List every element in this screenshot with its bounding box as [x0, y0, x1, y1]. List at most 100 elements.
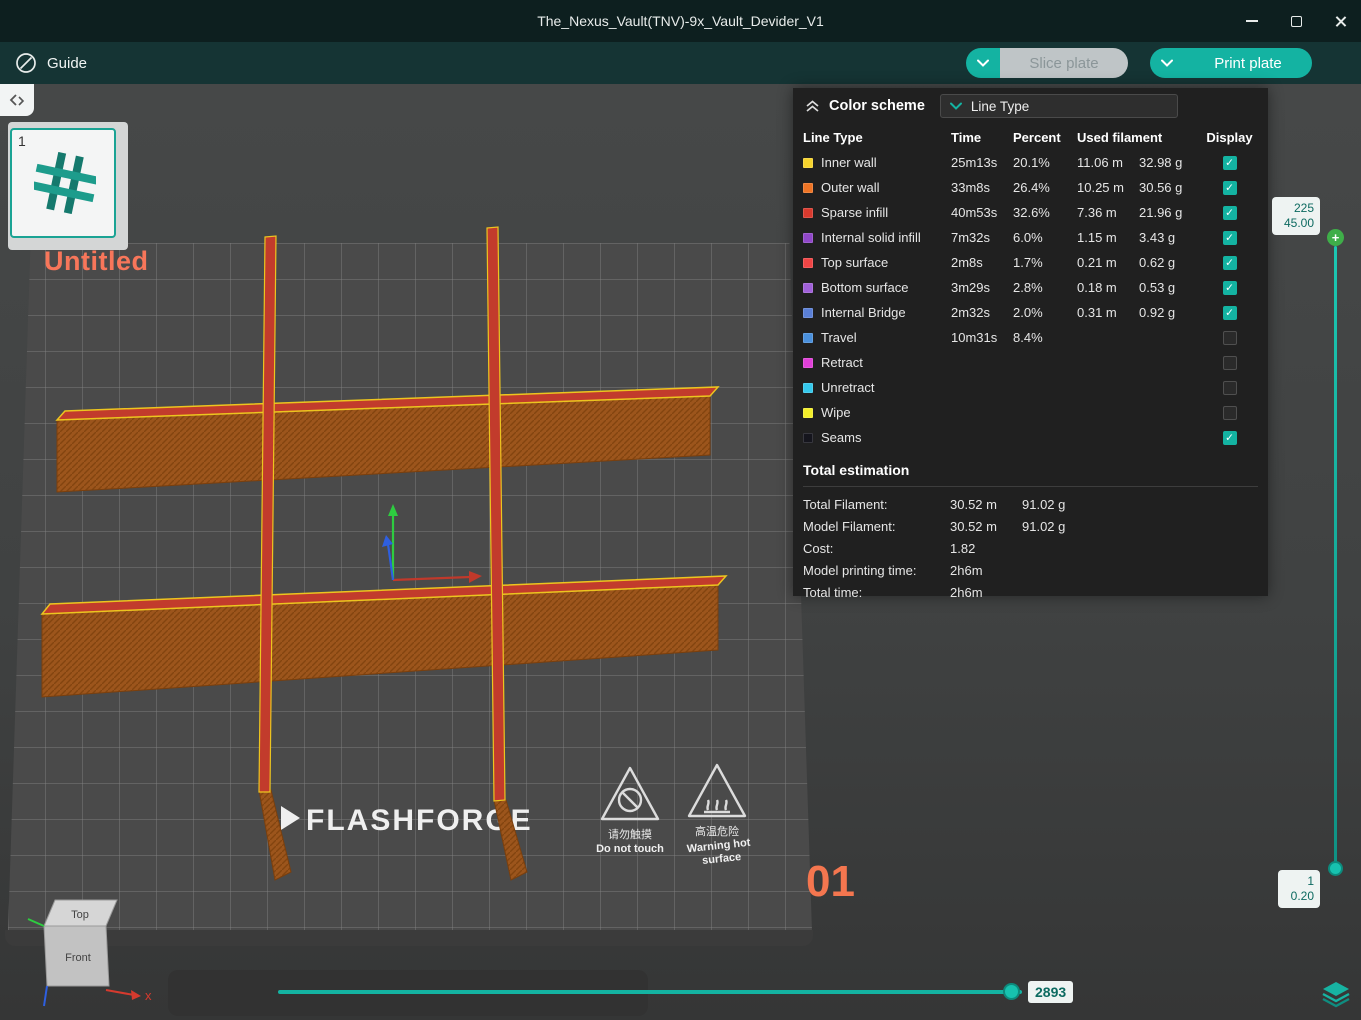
- display-checkbox[interactable]: [1222, 330, 1237, 345]
- display-checkbox[interactable]: [1222, 405, 1237, 420]
- layer-slider-top-value: 225 45.00: [1272, 197, 1320, 235]
- print-plate-label: Print plate: [1184, 48, 1312, 78]
- svg-text:01: 01: [806, 857, 855, 906]
- display-checkbox[interactable]: [1222, 205, 1237, 220]
- display-checkbox[interactable]: [1222, 230, 1237, 245]
- line-type-color-swatch: [803, 182, 813, 193]
- total-label: Total time:: [803, 584, 863, 600]
- col-time: Time: [951, 129, 982, 145]
- build-plate: [8, 243, 812, 932]
- display-checkbox[interactable]: [1222, 380, 1237, 395]
- total-value-length: 30.52 m: [950, 496, 997, 512]
- line-type-row: Outer wall 33m8s 26.4% 10.25 m 30.56 g: [793, 175, 1268, 200]
- display-checkbox[interactable]: [1222, 255, 1237, 270]
- total-row: Cost: 1.82: [803, 537, 1258, 559]
- line-type-time: 3m29s: [951, 280, 991, 295]
- layers-icon: [1322, 982, 1350, 1008]
- line-type-time: 25m13s: [951, 155, 998, 170]
- layer-slider-track[interactable]: [1334, 246, 1337, 868]
- line-type-weight: 32.98 g: [1139, 155, 1183, 170]
- line-type-percent: 26.4%: [1013, 180, 1050, 195]
- line-type-color-swatch: [803, 257, 813, 268]
- menubar: Guide Slice plate Print plate: [0, 42, 1361, 84]
- guide-button[interactable]: Guide: [14, 42, 87, 84]
- line-type-label: Outer wall: [821, 180, 880, 195]
- layer-slider-add-button[interactable]: +: [1327, 229, 1344, 246]
- print-dropdown-arrow[interactable]: [1150, 48, 1184, 78]
- layer-max: 225: [1293, 201, 1314, 215]
- line-type-weight: 30.56 g: [1139, 180, 1183, 195]
- close-button[interactable]: [1333, 14, 1347, 28]
- line-type-time: 2m32s: [951, 305, 991, 320]
- app-window: The_Nexus_Vault(TNV)-9x_Vault_Devider_V1…: [0, 0, 1361, 1020]
- color-scheme-panel: Color scheme Line Type Line Type Time Pe…: [793, 88, 1268, 600]
- line-type-color-swatch: [803, 432, 813, 443]
- line-type-label: Internal Bridge: [821, 305, 906, 320]
- line-type-time: 40m53s: [951, 205, 998, 220]
- display-checkbox[interactable]: [1222, 305, 1237, 320]
- col-line-type: Line Type: [803, 129, 863, 145]
- step-slider-handle[interactable]: [1003, 983, 1020, 1000]
- line-type-label-cell: Retract: [803, 355, 951, 370]
- viewport-3d[interactable]: FLASHFORGE 请勿触摸 Do not touch 高温危险 Warnin…: [0, 84, 1361, 1020]
- line-type-color-swatch: [803, 157, 813, 168]
- layers-view-button[interactable]: [1320, 980, 1352, 1008]
- layer-slider-handle[interactable]: [1328, 861, 1343, 876]
- slice-plate-button[interactable]: Slice plate: [966, 48, 1128, 78]
- total-estimation-rows: Total Filament: 30.52 m 91.02 g Model Filam…: [803, 487, 1258, 603]
- total-estimation-header: Total estimation: [803, 458, 1258, 487]
- step-slider-track[interactable]: [278, 990, 1022, 994]
- line-type-label-cell: Inner wall: [803, 155, 951, 170]
- total-value-length: 2h6m: [950, 562, 983, 578]
- titlebar: The_Nexus_Vault(TNV)-9x_Vault_Devider_V1: [0, 0, 1361, 42]
- line-type-percent: 2.0%: [1013, 305, 1043, 320]
- line-type-percent: 2.8%: [1013, 280, 1043, 295]
- line-type-color-swatch: [803, 282, 813, 293]
- col-percent: Percent: [1013, 129, 1061, 145]
- chevron-down-icon: [977, 59, 989, 67]
- line-type-label-cell: Seams: [803, 430, 951, 445]
- line-type-row: Wipe: [793, 400, 1268, 425]
- line-type-label: Seams: [821, 430, 862, 445]
- color-scheme-select[interactable]: Line Type: [939, 94, 1178, 118]
- line-type-time: 10m31s: [951, 330, 998, 345]
- line-type-length: 11.06 m: [1077, 155, 1124, 170]
- line-type-label-cell: Top surface: [803, 255, 951, 270]
- total-value-length: 30.52 m: [950, 518, 997, 534]
- minimize-button[interactable]: [1245, 14, 1259, 28]
- col-display: Display: [1206, 129, 1253, 145]
- maximize-button[interactable]: [1289, 14, 1303, 28]
- line-type-row: Sparse infill 40m53s 32.6% 7.36 m 21.96 g: [793, 200, 1268, 225]
- line-type-label-cell: Travel: [803, 330, 951, 345]
- line-type-row: Seams: [793, 425, 1268, 450]
- display-checkbox[interactable]: [1222, 430, 1237, 445]
- line-type-rows: Inner wall 25m13s 20.1% 11.06 m 32.98 g Outer…: [793, 150, 1268, 450]
- col-used-filament: Used filament: [1077, 129, 1163, 145]
- slice-dropdown-arrow[interactable]: [966, 48, 1000, 78]
- height-max: 45.00: [1283, 216, 1314, 230]
- total-label: Model printing time:: [803, 562, 917, 578]
- project-name: Untitled: [44, 246, 149, 276]
- line-type-label: Unretract: [821, 380, 875, 395]
- step-slider-value: 2893: [1028, 981, 1074, 1003]
- line-type-row: Inner wall 25m13s 20.1% 11.06 m 32.98 g: [793, 150, 1268, 175]
- line-type-color-swatch: [803, 332, 813, 343]
- display-checkbox[interactable]: [1222, 180, 1237, 195]
- line-type-time: 2m8s: [951, 255, 983, 270]
- svg-text:x: x: [145, 988, 152, 1003]
- collapse-panel-icon[interactable]: [805, 99, 820, 113]
- plate-thumbnail[interactable]: 1: [10, 128, 116, 238]
- panel-title: Color scheme: [829, 98, 925, 114]
- panel-header: Color scheme Line Type: [793, 88, 1268, 124]
- total-value-length: 2h6m: [950, 584, 983, 600]
- line-type-label-cell: Internal Bridge: [803, 305, 951, 320]
- total-label: Cost:: [803, 540, 834, 556]
- line-type-row: Unretract: [793, 375, 1268, 400]
- build-plate-edge: [5, 930, 813, 946]
- print-plate-button[interactable]: Print plate: [1150, 48, 1312, 78]
- line-type-color-swatch: [803, 407, 813, 418]
- display-checkbox[interactable]: [1222, 280, 1237, 295]
- sidebar-collapse-button[interactable]: [0, 84, 34, 116]
- display-checkbox[interactable]: [1222, 155, 1237, 170]
- display-checkbox[interactable]: [1222, 355, 1237, 370]
